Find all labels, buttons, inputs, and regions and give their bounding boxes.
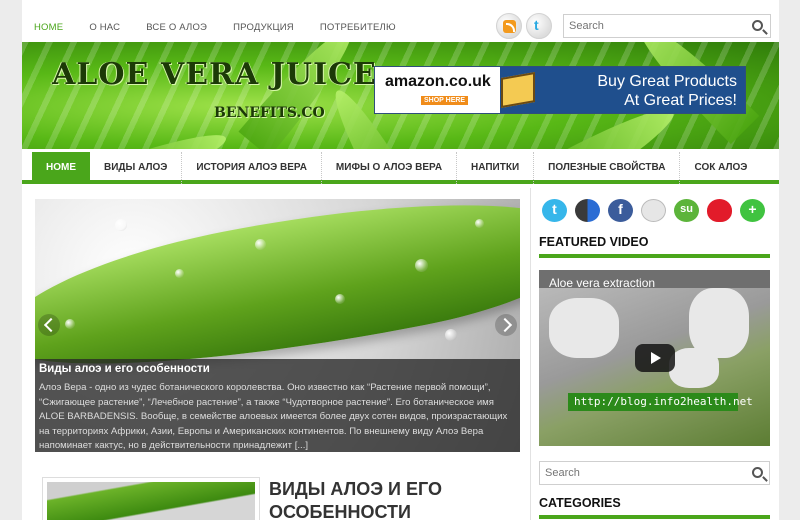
main-nav-history[interactable]: ИСТОРИЯ АЛОЭ ВЕРА (182, 152, 322, 184)
twitter-icon[interactable]: t (526, 13, 552, 39)
featured-slider[interactable]: Виды алоэ и его особенности Алоэ Вера - … (35, 199, 520, 452)
top-nav-products[interactable]: ПРОДУКЦИЯ (233, 22, 294, 33)
top-nav-all-aloe[interactable]: ВСЕ О АЛОЭ (146, 22, 207, 33)
search-icon[interactable] (752, 467, 763, 478)
social-icons-row: t f su + (540, 197, 767, 224)
plus-icon[interactable]: + (738, 197, 767, 224)
page: HOME О НАС ВСЕ О АЛОЭ ПРОДУКЦИЯ ПОТРЕБИТ… (22, 0, 779, 520)
main-nav-aloe-types[interactable]: ВИДЫ АЛОЭ (90, 152, 183, 184)
featured-video-player[interactable]: Aloe vera extraction http://blog.info2he… (539, 270, 770, 446)
slider-caption: Виды алоэ и его особенности Алоэ Вера - … (35, 359, 520, 452)
delicious-icon[interactable] (573, 197, 602, 224)
slider-caption-title[interactable]: Виды алоэ и его особенности (39, 363, 516, 375)
play-button-icon[interactable] (635, 344, 675, 372)
ad-shop-here: SHOP HERE (421, 96, 469, 105)
slider-next-arrow-icon[interactable] (495, 314, 517, 336)
sidebar-search-box (539, 461, 770, 485)
twitter-icon[interactable]: t (540, 197, 569, 224)
main-nav-myths[interactable]: МИФЫ О АЛОЭ ВЕРА (322, 152, 458, 184)
main-nav-benefits[interactable]: ПОЛЕЗНЫЕ СВОЙСТВА (534, 152, 681, 184)
sidebar-search-input[interactable] (540, 462, 700, 484)
categories-title: CATEGORIES (539, 496, 621, 510)
slider-caption-text: Алоэ Вера - одно из чудес ботанического … (39, 382, 508, 451)
heart-icon[interactable] (705, 197, 734, 224)
stumbleupon-icon[interactable]: su (672, 197, 701, 224)
top-search-box (563, 14, 771, 38)
ad-brand: amazon.co.uk (385, 73, 491, 90)
top-nav-home[interactable]: HOME (34, 22, 63, 33)
video-title[interactable]: Aloe vera extraction (549, 276, 655, 290)
ad-line-1: Buy Great Products (597, 73, 737, 90)
post-thumbnail[interactable] (42, 477, 260, 520)
facebook-icon[interactable]: f (606, 197, 635, 224)
main-nav-drinks[interactable]: НАПИТКИ (457, 152, 535, 184)
book-icon (501, 72, 535, 108)
featured-video-title: FEATURED VIDEO (539, 235, 649, 249)
header-banner: ALOE VERA JUICE BENEFITS.CO amazon.co.uk… (22, 42, 779, 149)
main-nav-juice[interactable]: СОК АЛОЭ (680, 152, 761, 184)
slider-prev-arrow-icon[interactable] (38, 314, 60, 336)
video-watermark-url: http://blog.info2health.net (568, 393, 753, 411)
top-bar: HOME О НАС ВСЕ О АЛОЭ ПРОДУКЦИЯ ПОТРЕБИТ… (22, 0, 779, 42)
post-title[interactable]: ВИДЫ АЛОЭ И ЕГО ОСОБЕННОСТИ (269, 478, 442, 520)
amazon-ad-banner[interactable]: amazon.co.uk SHOP HERE Buy Great Product… (374, 66, 746, 114)
main-nav-home[interactable]: HOME (32, 152, 90, 184)
top-nav: HOME О НАС ВСЕ О АЛОЭ ПРОДУКЦИЯ ПОТРЕБИТ… (34, 22, 422, 33)
main-nav: HOME ВИДЫ АЛОЭ ИСТОРИЯ АЛОЭ ВЕРА МИФЫ О … (22, 149, 779, 184)
ad-line-2: At Great Prices! (624, 92, 737, 109)
search-icon[interactable] (752, 20, 763, 31)
site-logo-title[interactable]: ALOE VERA JUICE (52, 60, 377, 90)
site-logo-subtitle: BENEFITS.CO (214, 105, 325, 121)
top-nav-consumer[interactable]: ПОТРЕБИТЕЛЮ (320, 22, 396, 33)
digg-icon[interactable] (639, 197, 668, 224)
rss-icon[interactable] (496, 13, 522, 39)
top-search-input[interactable] (564, 15, 724, 37)
top-nav-about[interactable]: О НАС (89, 22, 120, 33)
